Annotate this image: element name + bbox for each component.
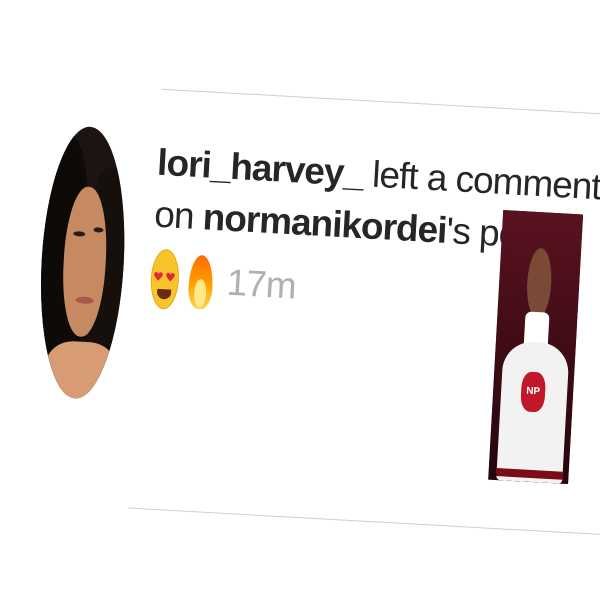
post-thumbnail[interactable]: NP <box>488 210 584 485</box>
avatar[interactable] <box>34 124 132 401</box>
post-owner-link[interactable]: normanikordei <box>202 196 448 251</box>
comment-meta: ♥ ♥ 17m <box>149 248 482 326</box>
heart-eyes-emoji: ♥ ♥ <box>149 248 181 310</box>
timestamp: 17m <box>225 261 297 307</box>
sweater-logo: NP <box>520 371 547 413</box>
divider <box>161 88 600 119</box>
on-text: on <box>153 193 204 238</box>
notification-text: lori_harvey_ left a comment on normaniko… <box>149 137 600 327</box>
fire-emoji <box>185 251 216 312</box>
notification-row[interactable]: lori_harvey_ left a comment on normaniko… <box>18 88 600 543</box>
divider <box>128 507 600 538</box>
username-link[interactable]: lori_harvey_ <box>156 142 364 194</box>
notification-screen: lori_harvey_ left a comment on normaniko… <box>0 0 600 600</box>
action-text: left a comment <box>361 153 600 208</box>
